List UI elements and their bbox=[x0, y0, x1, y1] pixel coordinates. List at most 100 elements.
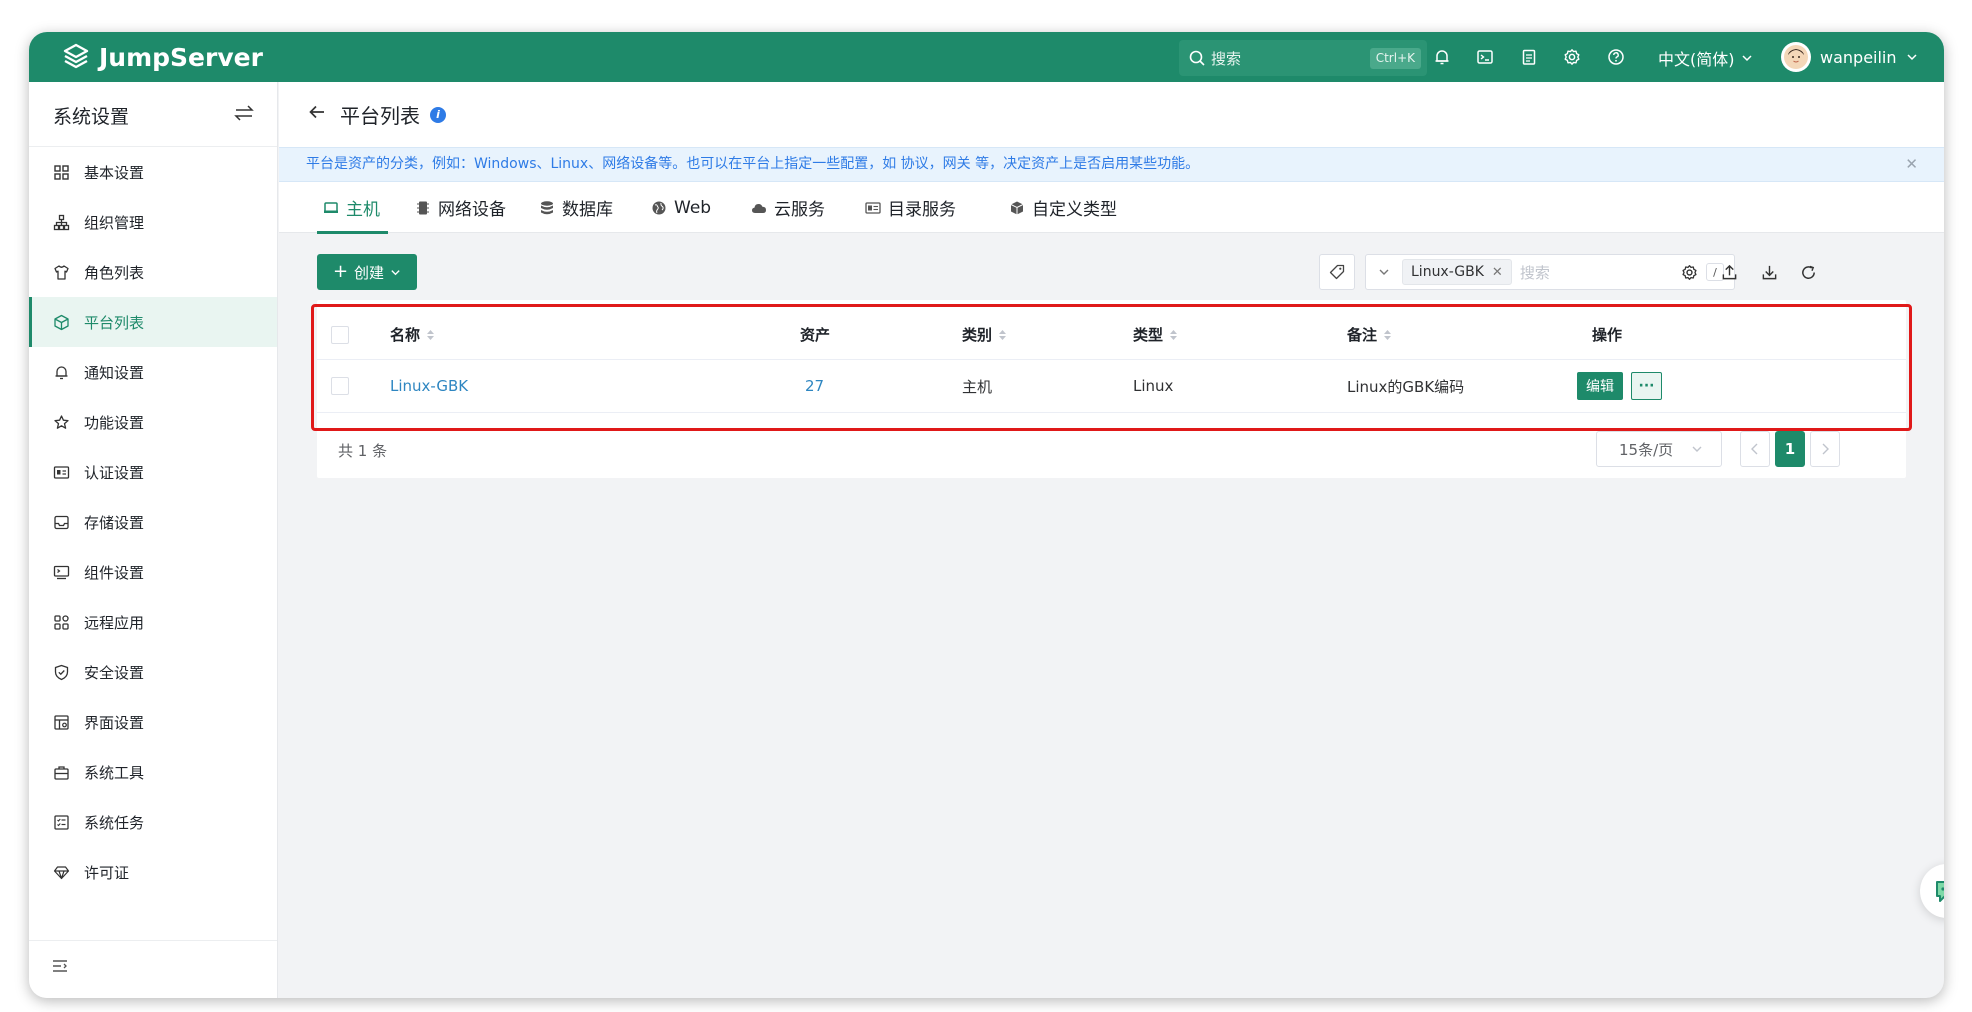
more-actions-button[interactable]: ··· bbox=[1631, 372, 1662, 400]
filter-dropdown[interactable] bbox=[1366, 266, 1402, 278]
refresh-icon[interactable] bbox=[1798, 262, 1818, 282]
tab-network-device[interactable]: 网络设备 bbox=[415, 182, 506, 233]
username: wanpeilin bbox=[1820, 47, 1897, 67]
sidebar-item-tasks[interactable]: 系统任务 bbox=[29, 797, 277, 847]
tab-web[interactable]: Web bbox=[651, 182, 711, 233]
next-page-button[interactable] bbox=[1810, 431, 1840, 467]
tag-filter-button[interactable] bbox=[1319, 254, 1355, 290]
select-all-checkbox[interactable] bbox=[331, 310, 349, 359]
search-shortcut-badge: Ctrl+K bbox=[1369, 48, 1421, 69]
category-cell: 主机 bbox=[962, 377, 993, 396]
create-button[interactable]: + 创建 bbox=[317, 254, 417, 290]
diamond-icon bbox=[53, 865, 70, 879]
tab-host[interactable]: 主机 bbox=[317, 182, 388, 234]
asset-count-link[interactable]: 27 bbox=[805, 360, 824, 412]
sidebar-item-auth[interactable]: 认证设置 bbox=[29, 447, 277, 497]
sidebar-item-label: 许可证 bbox=[84, 863, 130, 882]
close-icon[interactable]: ✕ bbox=[1492, 265, 1503, 280]
edit-button[interactable]: 编辑 bbox=[1577, 372, 1623, 400]
settings-gear-icon[interactable] bbox=[1679, 262, 1699, 282]
sidebar-item-storage[interactable]: 存储设置 bbox=[29, 497, 277, 547]
tab-directory[interactable]: 目录服务 bbox=[865, 182, 956, 233]
sidebar-item-components[interactable]: 组件设置 bbox=[29, 547, 277, 597]
comment-cell: Linux的GBK编码 bbox=[1347, 377, 1465, 396]
sidebar-item-label: 系统任务 bbox=[84, 813, 145, 832]
sidebar-item-label: 组件设置 bbox=[84, 563, 145, 582]
box-icon bbox=[1010, 201, 1024, 214]
task-list-icon bbox=[54, 814, 69, 830]
star-icon bbox=[54, 414, 69, 429]
toolbox-icon bbox=[54, 765, 69, 780]
brand-logo[interactable]: JumpServer bbox=[61, 41, 263, 73]
sidebar-item-roles[interactable]: 角色列表 bbox=[29, 247, 277, 297]
avatar bbox=[1781, 42, 1811, 72]
global-search[interactable]: 搜索 Ctrl+K bbox=[1179, 40, 1427, 76]
sidebar-item-platforms[interactable]: 平台列表 bbox=[29, 297, 277, 347]
filter-chip[interactable]: Linux-GBK ✕ bbox=[1402, 259, 1512, 285]
monitor-icon bbox=[53, 565, 70, 579]
chevron-down-icon bbox=[391, 269, 400, 275]
sidebar-item-notifications[interactable]: 通知设置 bbox=[29, 347, 277, 397]
tab-cloud[interactable]: 云服务 bbox=[751, 182, 825, 233]
gear-icon[interactable] bbox=[1560, 45, 1584, 69]
sidebar-item-tools[interactable]: 系统工具 bbox=[29, 747, 277, 797]
sidebar-item-label: 组织管理 bbox=[84, 213, 145, 232]
sort-icon[interactable] bbox=[426, 329, 435, 341]
arrow-left-icon[interactable] bbox=[307, 102, 327, 122]
bell-icon bbox=[55, 365, 68, 379]
inbox-icon bbox=[54, 515, 69, 529]
sort-icon[interactable] bbox=[998, 329, 1007, 341]
apps-icon bbox=[54, 614, 69, 630]
collapse-menu-icon[interactable] bbox=[51, 957, 69, 975]
sort-icon[interactable] bbox=[1383, 329, 1392, 341]
column-header-type[interactable]: 类型 bbox=[1133, 310, 1178, 359]
sidebar-item-interface[interactable]: 界面设置 bbox=[29, 697, 277, 747]
sidebar-item-security[interactable]: 安全设置 bbox=[29, 647, 277, 697]
row-checkbox[interactable] bbox=[331, 360, 349, 412]
tag-icon bbox=[1329, 264, 1345, 280]
column-header-category[interactable]: 类别 bbox=[962, 310, 1007, 359]
category-tabs: 主机 网络设备 数据库 Web 云服务 目录服务 自定义类型 bbox=[279, 182, 1944, 234]
page-size-select[interactable]: 15条/页 bbox=[1596, 431, 1722, 467]
page-number-button[interactable]: 1 bbox=[1775, 431, 1805, 467]
chevron-left-icon bbox=[1751, 443, 1758, 455]
language-selector[interactable]: 中文(简体) bbox=[1658, 46, 1753, 70]
sidebar-item-org[interactable]: 组织管理 bbox=[29, 197, 277, 247]
platform-name-link[interactable]: Linux-GBK bbox=[390, 360, 468, 412]
chip-icon bbox=[417, 201, 429, 214]
terminal-icon[interactable] bbox=[1473, 45, 1497, 69]
sidebar-item-features[interactable]: 功能设置 bbox=[29, 397, 277, 447]
column-header-comment[interactable]: 备注 bbox=[1347, 310, 1392, 359]
cloud-icon bbox=[752, 203, 766, 213]
prev-page-button[interactable] bbox=[1740, 431, 1770, 467]
sidebar-item-license[interactable]: 许可证 bbox=[29, 847, 277, 897]
info-icon[interactable]: i bbox=[430, 106, 446, 123]
tab-label: Web bbox=[674, 197, 712, 218]
column-header-name[interactable]: 名称 bbox=[390, 310, 435, 359]
tab-custom-type[interactable]: 自定义类型 bbox=[1009, 182, 1117, 233]
tab-label: 网络设备 bbox=[438, 200, 506, 220]
swap-icon[interactable] bbox=[233, 102, 255, 124]
clipboard-icon[interactable] bbox=[1517, 45, 1541, 69]
help-icon[interactable] bbox=[1604, 45, 1628, 69]
tab-database[interactable]: 数据库 bbox=[539, 182, 613, 233]
import-icon[interactable] bbox=[1759, 262, 1779, 282]
sidebar-item-remote-apps[interactable]: 远程应用 bbox=[29, 597, 277, 647]
user-menu[interactable]: wanpeilin bbox=[1781, 42, 1918, 72]
tab-label: 目录服务 bbox=[888, 200, 956, 220]
sidebar-item-label: 界面设置 bbox=[84, 713, 145, 732]
actions-cell: 编辑 ··· bbox=[1577, 360, 1662, 412]
page-title: 平台列表 i bbox=[340, 100, 446, 129]
page-size-label: 15条/页 bbox=[1619, 440, 1674, 459]
close-icon[interactable]: ✕ bbox=[1905, 157, 1918, 172]
export-icon[interactable] bbox=[1719, 262, 1739, 282]
sort-icon[interactable] bbox=[1169, 329, 1178, 341]
bell-icon[interactable] bbox=[1430, 45, 1454, 69]
page-header: 平台列表 i bbox=[279, 82, 1944, 147]
table-row: Linux-GBK 27 主机 Linux Linux的GBK编码 编辑 ··· bbox=[317, 360, 1906, 413]
chevron-right-icon bbox=[1822, 443, 1829, 455]
language-label: 中文(简体) bbox=[1658, 50, 1735, 69]
sidebar-item-label: 基本设置 bbox=[84, 163, 145, 182]
sidebar-item-basic[interactable]: 基本设置 bbox=[29, 147, 277, 197]
sidebar-item-label: 远程应用 bbox=[84, 613, 145, 632]
